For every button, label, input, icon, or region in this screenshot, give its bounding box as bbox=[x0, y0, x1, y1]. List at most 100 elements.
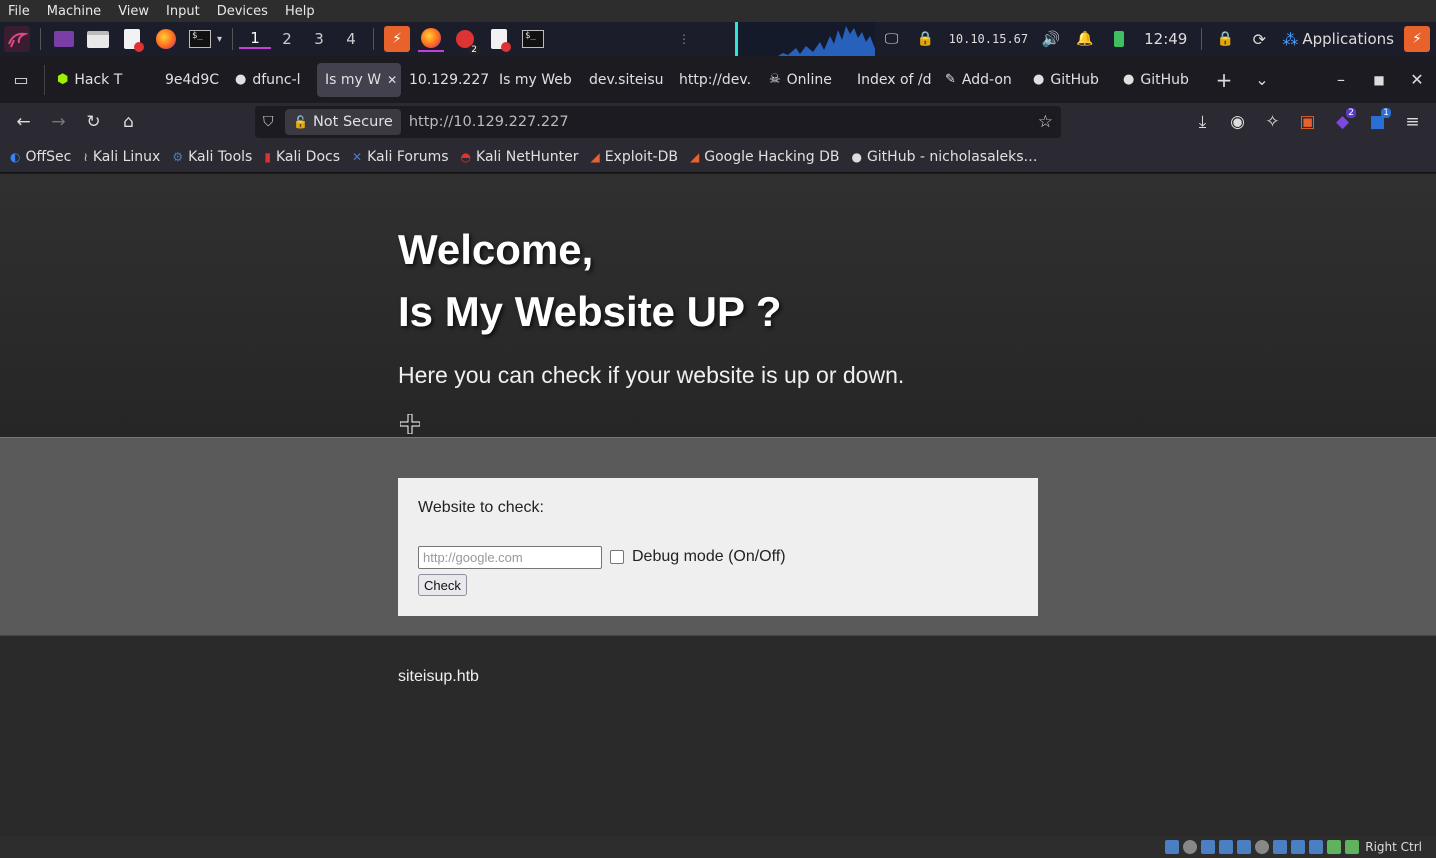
network-icon[interactable] bbox=[1219, 840, 1234, 854]
website-url-input[interactable] bbox=[418, 546, 602, 569]
close-tab-icon[interactable]: ✕ bbox=[387, 73, 397, 87]
list-all-tabs-icon[interactable]: ⌄ bbox=[1243, 63, 1281, 97]
downloads-icon[interactable]: ⤓ bbox=[1185, 106, 1220, 138]
workspace-3[interactable]: 3 bbox=[303, 30, 335, 48]
tab-ip-address[interactable]: 10.129.227 bbox=[401, 63, 491, 97]
notification-bell-icon[interactable]: 🔔 bbox=[1072, 26, 1098, 52]
applications-label: Applications bbox=[1302, 30, 1394, 48]
new-tab-icon[interactable]: + bbox=[1205, 63, 1243, 97]
tab-is-my-web[interactable]: Is my Web bbox=[491, 63, 581, 97]
back-icon[interactable]: ← bbox=[6, 106, 41, 138]
tracking-shield-icon[interactable]: ⛉ bbox=[263, 114, 274, 130]
site-footer-domain: siteisup.htb bbox=[398, 668, 479, 685]
file-manager-icon[interactable] bbox=[85, 26, 111, 52]
tab-dfunc-github[interactable]: ● dfunc-l bbox=[227, 63, 313, 97]
foxyproxy-icon[interactable]: ▣ bbox=[1290, 106, 1325, 138]
ghdb-icon: ◢ bbox=[690, 149, 700, 164]
bookmark-star-icon[interactable]: ☆ bbox=[1038, 112, 1053, 132]
firefox-icon[interactable] bbox=[153, 26, 179, 52]
logout-icon[interactable]: ⟳ bbox=[1246, 26, 1272, 52]
reload-icon[interactable]: ↻ bbox=[76, 106, 111, 138]
volume-icon[interactable]: 🔊 bbox=[1038, 26, 1064, 52]
tab-online[interactable]: ☠ Online bbox=[761, 63, 843, 97]
debug-mode-checkbox[interactable] bbox=[610, 550, 624, 564]
tab-hack-the-box[interactable]: ⬢ Hack T bbox=[49, 63, 149, 97]
optical-drive-icon[interactable] bbox=[1183, 840, 1198, 854]
extension-wappalyzer-icon[interactable]: ■ 1 bbox=[1360, 106, 1395, 138]
extension-tag-icon[interactable]: ◆ 2 bbox=[1325, 106, 1360, 138]
text-editor-icon[interactable] bbox=[119, 26, 145, 52]
menu-view[interactable]: View bbox=[110, 4, 158, 19]
tab-is-my-website-active[interactable]: Is my W ✕ bbox=[317, 62, 401, 97]
close-window-icon[interactable]: ✕ bbox=[1398, 63, 1436, 97]
check-button[interactable]: Check bbox=[418, 574, 467, 596]
vpn-lock-icon: 🔒 bbox=[916, 31, 935, 47]
chevron-down-icon[interactable]: ▾ bbox=[217, 34, 222, 45]
skull-icon: ☠ bbox=[769, 72, 781, 87]
forward-icon[interactable]: → bbox=[41, 106, 76, 138]
tab-add-ons[interactable]: ✎ Add-on bbox=[937, 63, 1025, 97]
audio-icon[interactable] bbox=[1201, 840, 1216, 854]
bookmark-kali-linux[interactable]: ≀ Kali Linux bbox=[83, 149, 160, 165]
bookmark-github-nicholasaleks[interactable]: ● GitHub - nicholasaleks… bbox=[851, 149, 1037, 165]
url-bar[interactable]: ⛉ 🔓 Not Secure http://10.129.227.227 ☆ bbox=[255, 106, 1061, 138]
bookmark-exploit-db[interactable]: ◢ Exploit-DB bbox=[590, 149, 678, 165]
firefox-view-icon[interactable]: ▭ bbox=[2, 63, 40, 97]
display-icon[interactable]: 🖵 bbox=[879, 26, 905, 52]
shared-folders-icon[interactable] bbox=[1255, 840, 1270, 854]
redteam-task-icon[interactable]: 2 bbox=[452, 26, 481, 55]
recording-icon[interactable] bbox=[1291, 840, 1306, 854]
bookmark-kali-docs[interactable]: ▮ Kali Docs bbox=[264, 149, 340, 165]
tab-dev-siteisup[interactable]: dev.siteisu bbox=[581, 63, 671, 97]
workspace-4[interactable]: 4 bbox=[335, 30, 367, 48]
menu-file[interactable]: File bbox=[0, 4, 39, 19]
burpsuite-launcher-icon[interactable]: ⚡ bbox=[1404, 26, 1430, 52]
bookmark-offsec[interactable]: ◐ OffSec bbox=[10, 149, 71, 165]
account-icon[interactable]: ◉ bbox=[1220, 106, 1255, 138]
firefox-task-icon[interactable] bbox=[418, 26, 445, 52]
mouse-integration-icon[interactable] bbox=[1327, 840, 1342, 854]
menu-input[interactable]: Input bbox=[158, 4, 209, 19]
maximize-icon[interactable]: ■ bbox=[1360, 63, 1398, 97]
hard-disk-icon[interactable] bbox=[1165, 840, 1180, 854]
menu-machine[interactable]: Machine bbox=[39, 4, 110, 19]
browser-tab-bar: ▭ ⬢ Hack T 9e4d9C ● dfunc-l Is my W ✕ 10.12… bbox=[0, 56, 1436, 103]
menu-devices[interactable]: Devices bbox=[209, 4, 277, 19]
tab-github-2[interactable]: ● GitHub bbox=[1115, 63, 1205, 97]
lock-screen-icon[interactable]: 🔒 bbox=[1212, 26, 1238, 52]
check-form: Website to check: Debug mode (On/Off) Ch… bbox=[398, 478, 1038, 616]
bookmark-kali-forums[interactable]: ✕ Kali Forums bbox=[352, 149, 449, 165]
burpsuite-icon[interactable]: ⚡ bbox=[384, 26, 411, 52]
tab-github-1[interactable]: ● GitHub bbox=[1025, 63, 1115, 97]
extension-badge: 2 bbox=[1346, 108, 1356, 118]
bookmark-kali-tools[interactable]: ⚙ Kali Tools bbox=[172, 149, 252, 165]
cpu-icon[interactable] bbox=[1309, 840, 1324, 854]
extensions-icon[interactable]: ✧ bbox=[1255, 106, 1290, 138]
show-desktop-icon[interactable] bbox=[51, 26, 77, 52]
tab-hash[interactable]: 9e4d9C bbox=[157, 63, 227, 97]
text-editor-task-icon[interactable] bbox=[486, 26, 512, 52]
menu-help[interactable]: Help bbox=[277, 4, 324, 19]
tab-http-dev[interactable]: http://dev. bbox=[671, 63, 761, 97]
url-text[interactable]: http://10.129.227.227 bbox=[409, 114, 569, 130]
display-status-icon[interactable] bbox=[1273, 840, 1288, 854]
task-count-badge: 2 bbox=[468, 45, 481, 55]
bookmark-ghdb[interactable]: ◢ Google Hacking DB bbox=[690, 149, 839, 165]
tab-label: 9e4d9C bbox=[165, 71, 219, 88]
terminal-icon[interactable]: $_ bbox=[187, 26, 213, 52]
applications-menu[interactable]: ⁂ Applications bbox=[1276, 30, 1400, 49]
menu-hamburger-icon[interactable]: ≡ bbox=[1395, 106, 1430, 138]
github-icon: ● bbox=[1123, 72, 1135, 87]
tab-index-of[interactable]: Index of /d bbox=[849, 63, 937, 97]
usb-icon[interactable] bbox=[1237, 840, 1252, 854]
kali-menu-icon[interactable] bbox=[4, 26, 30, 52]
bookmark-kali-nethunter[interactable]: ◓ Kali NetHunter bbox=[461, 149, 579, 165]
home-icon[interactable]: ⌂ bbox=[111, 106, 146, 138]
panel-clock[interactable]: 12:49 bbox=[1136, 30, 1195, 48]
minimize-icon[interactable]: – bbox=[1322, 63, 1360, 97]
security-indicator[interactable]: 🔓 Not Secure bbox=[285, 109, 401, 135]
terminal-task-icon[interactable]: $_ bbox=[520, 26, 546, 52]
workspace-2[interactable]: 2 bbox=[271, 30, 303, 48]
workspace-1[interactable]: 1 bbox=[239, 29, 272, 49]
keyboard-capture-icon[interactable] bbox=[1345, 840, 1360, 854]
